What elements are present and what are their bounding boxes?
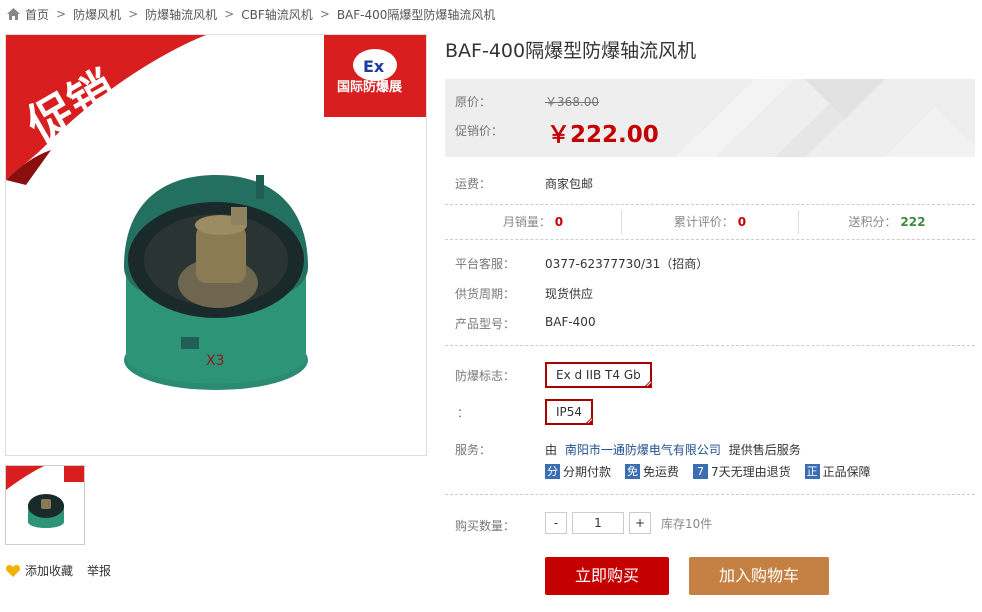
guarantee-7day-return: 7 7天无理由退货 bbox=[693, 463, 791, 480]
shipping-label: 运费： bbox=[455, 177, 492, 191]
quantity-input[interactable]: 1 bbox=[572, 512, 624, 534]
sales-stats: 月销量： 0 累计评价： 0 送积分： 222 bbox=[445, 210, 975, 234]
buy-now-button[interactable]: 立即购买 bbox=[545, 557, 669, 595]
review-count-label: 累计评价： bbox=[673, 215, 734, 229]
brand-logo-mark: Ex bbox=[363, 57, 385, 76]
monthly-sales-value: 0 bbox=[554, 215, 564, 229]
breadcrumb-separator: > bbox=[224, 7, 235, 21]
supply-value: 现货供应 bbox=[545, 287, 594, 301]
guarantee-installment: 分 分期付款 bbox=[545, 463, 611, 480]
guarantee-free-shipping: 免 免运费 bbox=[625, 463, 679, 480]
protection-value: IP54 bbox=[556, 405, 583, 419]
service-phone-label: 平台客服： bbox=[455, 257, 516, 271]
installment-icon: 分 bbox=[545, 464, 560, 479]
selected-check-icon bbox=[584, 416, 594, 425]
add-favorite-link[interactable]: 添加收藏 bbox=[25, 562, 73, 579]
breadcrumb-current-product[interactable]: BAF-400隔爆型防爆轴流风机 bbox=[337, 6, 496, 23]
reward-points-label: 送积分： bbox=[848, 215, 897, 229]
seller-link[interactable]: 南阳市一通防爆电气有限公司 bbox=[565, 443, 721, 457]
breadcrumb-separator: > bbox=[319, 7, 330, 21]
reward-points-value: 222 bbox=[900, 215, 926, 229]
guarantee-list: 分 分期付款 免 免运费 7 7天无理由退货 正 正品保障 bbox=[545, 463, 885, 480]
stock-count: 库存10件 bbox=[661, 516, 713, 531]
quantity-label: 购买数量： bbox=[455, 519, 516, 533]
breadcrumb: 首页 > 防爆风机 > 防爆轴流风机 > CBF轴流风机 > BAF-400隔爆… bbox=[7, 5, 495, 23]
report-link[interactable]: 举报 bbox=[87, 562, 111, 579]
selected-check-icon bbox=[642, 379, 652, 388]
original-price: ￥368.00 bbox=[545, 95, 599, 109]
price-box-decoration bbox=[675, 79, 975, 157]
model-label: 产品型号： bbox=[455, 317, 516, 331]
brand-logo-text: 国际防爆展 bbox=[337, 79, 403, 95]
decrease-quantity-button[interactable]: - bbox=[545, 512, 567, 534]
fan-product-photo: 促销 Ex 国际防爆展 X3 bbox=[6, 35, 426, 390]
service-phone: 0377-62377730/31（招商） bbox=[545, 257, 709, 271]
quantity-stepper: - 1 + 库存10件 bbox=[545, 512, 712, 534]
divider bbox=[445, 204, 975, 205]
breadcrumb-axial-fans[interactable]: 防爆轴流风机 bbox=[145, 6, 217, 23]
breadcrumb-home[interactable]: 首页 bbox=[25, 6, 49, 23]
return-icon: 7 bbox=[693, 464, 709, 479]
monthly-sales-label: 月销量： bbox=[502, 215, 551, 229]
service-line: 由 南阳市一通防爆电气有限公司 提供售后服务 bbox=[545, 441, 801, 458]
guarantee-label: 分期付款 bbox=[563, 465, 612, 479]
sale-price-label: 促销价： bbox=[455, 124, 504, 138]
svg-text:X3: X3 bbox=[206, 353, 225, 369]
breadcrumb-separator: > bbox=[128, 7, 139, 21]
service-prefix: 由 bbox=[545, 443, 558, 457]
product-thumbnail[interactable] bbox=[5, 465, 85, 545]
service-label: 服务： bbox=[455, 443, 492, 457]
original-price-label: 原价： bbox=[455, 95, 492, 109]
protection-option[interactable]: IP54 bbox=[545, 399, 594, 425]
fan-thumbnail-photo bbox=[6, 466, 84, 528]
main-product-image[interactable]: 促销 Ex 国际防爆展 X3 bbox=[5, 34, 427, 456]
divider bbox=[445, 494, 975, 495]
divider bbox=[445, 239, 975, 240]
free-shipping-icon: 免 bbox=[625, 464, 641, 479]
favorites-bar: 添加收藏 举报 bbox=[6, 562, 111, 579]
supply-label: 供货周期： bbox=[455, 287, 516, 301]
home-icon[interactable] bbox=[7, 8, 20, 20]
review-count-value: 0 bbox=[737, 215, 747, 229]
divider bbox=[445, 345, 975, 346]
breadcrumb-separator: > bbox=[56, 7, 67, 21]
guarantee-label: 免运费 bbox=[643, 465, 680, 479]
guarantee-label: 正品保障 bbox=[822, 465, 871, 479]
reward-points: 送积分： 222 bbox=[799, 210, 975, 234]
guarantee-authentic: 正 正品保障 bbox=[804, 463, 871, 480]
sale-price: ￥222.00 bbox=[547, 122, 659, 148]
shipping-value: 商家包邮 bbox=[545, 177, 594, 191]
monthly-sales: 月销量： 0 bbox=[445, 210, 622, 234]
protection-label: ： bbox=[457, 406, 470, 420]
heart-icon[interactable] bbox=[6, 564, 20, 577]
increase-quantity-button[interactable]: + bbox=[629, 512, 651, 534]
explosion-mark-value: Ex d IIB T4 Gb bbox=[556, 368, 641, 382]
explosion-mark-label: 防爆标志： bbox=[455, 369, 516, 383]
authentic-icon: 正 bbox=[804, 464, 820, 479]
price-box: 原价： ￥368.00 促销价： ￥222.00 bbox=[445, 79, 975, 157]
add-to-cart-button[interactable]: 加入购物车 bbox=[689, 557, 829, 595]
explosion-mark-option[interactable]: Ex d IIB T4 Gb bbox=[545, 362, 652, 388]
review-count[interactable]: 累计评价： 0 bbox=[622, 210, 799, 234]
guarantee-label: 7天无理由退货 bbox=[711, 465, 791, 479]
model-value: BAF-400 bbox=[545, 315, 596, 329]
breadcrumb-cbf-fans[interactable]: CBF轴流风机 bbox=[241, 6, 313, 23]
product-title: BAF-400隔爆型防爆轴流风机 bbox=[445, 40, 697, 62]
breadcrumb-explosion-fans[interactable]: 防爆风机 bbox=[73, 6, 121, 23]
service-suffix: 提供售后服务 bbox=[728, 443, 801, 457]
